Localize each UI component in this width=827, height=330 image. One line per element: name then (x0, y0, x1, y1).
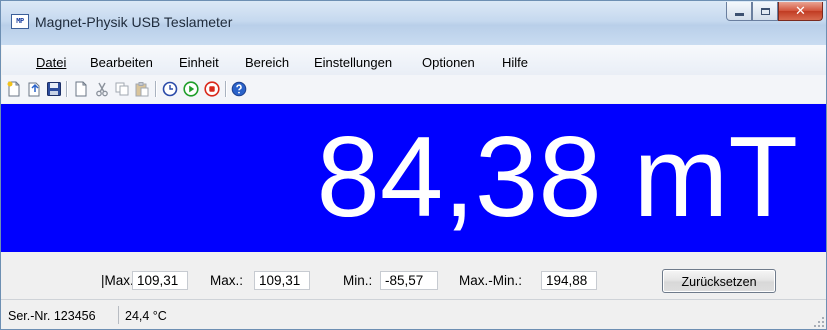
min-field: -85,57 (380, 271, 438, 290)
measurement-display: 84,38 mT (1, 104, 826, 252)
menu-optionen[interactable]: Optionen (422, 55, 475, 70)
max-label: Max.: (210, 273, 244, 288)
toolbar-separator (155, 81, 157, 97)
app-icon: MP (11, 14, 29, 29)
abs-max-field: 109,31 (132, 271, 188, 290)
toolbar (2, 75, 826, 103)
range-field: 194,88 (541, 271, 597, 290)
page-icon[interactable] (73, 81, 89, 97)
menu-hilfe[interactable]: Hilfe (502, 55, 528, 70)
measurement-reading: 84,38 mT (316, 114, 798, 241)
temperature-readout: 24,4 °C (125, 309, 167, 323)
timer-icon[interactable] (162, 81, 178, 97)
close-icon: ✕ (795, 3, 806, 19)
app-window: MP Magnet-Physik USB Teslameter ✕ Datei … (0, 0, 827, 330)
close-button[interactable]: ✕ (778, 2, 823, 21)
menu-einheit[interactable]: Einheit (179, 55, 219, 70)
new-icon[interactable] (6, 81, 22, 97)
menu-einstellungen[interactable]: Einstellungen (314, 55, 392, 70)
menu-datei[interactable]: Datei (36, 55, 66, 70)
status-separator (118, 306, 119, 324)
stop-icon[interactable] (204, 81, 220, 97)
max-field: 109,31 (254, 271, 310, 290)
maximize-button[interactable] (752, 2, 778, 21)
menu-bar: Datei Bearbeiten Einheit Bereich Einstel… (2, 45, 826, 75)
minimize-icon (734, 12, 744, 16)
status-bar: Ser.-Nr. 123456 24,4 °C (1, 299, 826, 329)
save-icon[interactable] (46, 81, 62, 97)
toolbar-separator (225, 81, 227, 97)
play-icon[interactable] (183, 81, 199, 97)
minimize-button[interactable] (726, 2, 752, 21)
maximize-icon (760, 7, 770, 15)
range-label: Max.-Min.: (459, 273, 523, 288)
menu-bereich[interactable]: Bereich (245, 55, 289, 70)
reset-button[interactable]: Zurücksetzen (662, 269, 776, 293)
menu-bearbeiten[interactable]: Bearbeiten (90, 55, 153, 70)
copy-icon[interactable] (114, 81, 130, 97)
window-controls: ✕ (726, 2, 823, 22)
paste-icon[interactable] (134, 81, 150, 97)
resize-grip-icon[interactable] (813, 316, 825, 328)
window-title: Magnet-Physik USB Teslameter (35, 14, 233, 30)
min-label: Min.: (343, 273, 373, 288)
cut-icon[interactable] (94, 81, 110, 97)
serial-number: Ser.-Nr. 123456 (8, 309, 96, 323)
open-icon[interactable] (26, 81, 42, 97)
help-icon[interactable] (231, 81, 247, 97)
title-bar[interactable]: MP Magnet-Physik USB Teslameter ✕ (1, 1, 826, 45)
statistics-row: |Max.|: 109,31 Max.: 109,31 Min.: -85,57… (1, 252, 826, 298)
toolbar-separator (66, 81, 68, 97)
